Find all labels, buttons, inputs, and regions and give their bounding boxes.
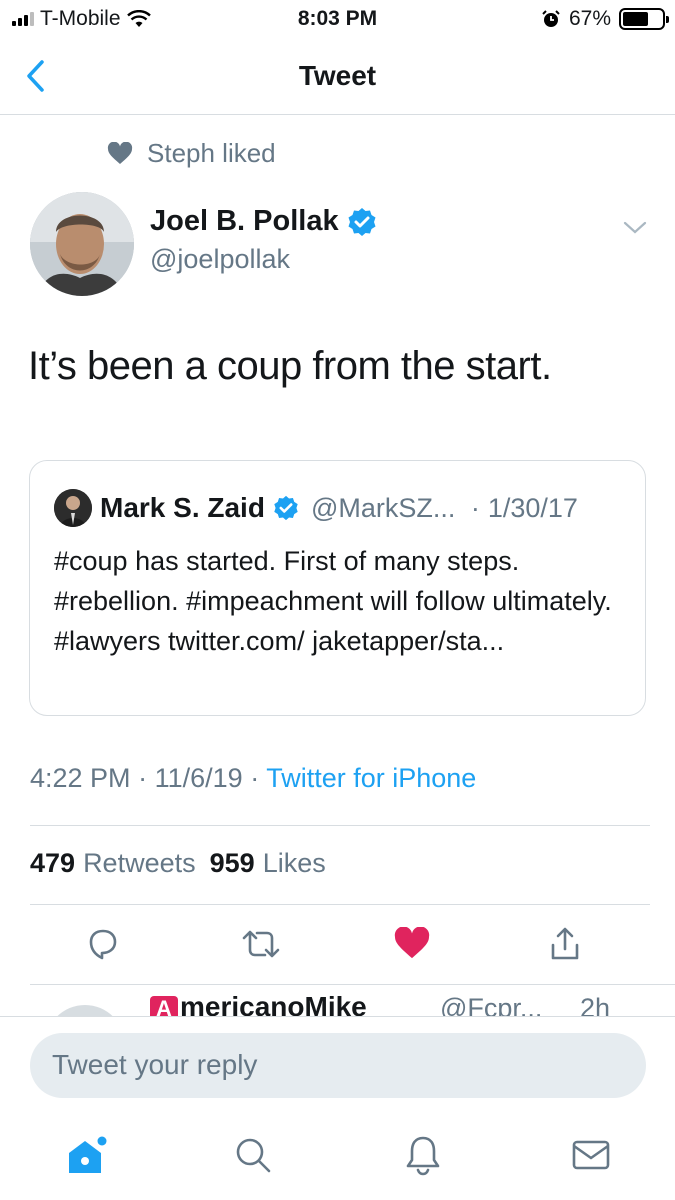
avatar[interactable] (30, 192, 134, 296)
like-button[interactable] (390, 922, 434, 966)
reply-icon (89, 929, 117, 960)
divider (30, 825, 650, 826)
likes-stat[interactable]: 959 Likes (210, 848, 326, 879)
chevron-down-icon[interactable] (622, 218, 648, 238)
meta-separator: · (138, 763, 148, 793)
reply-author-handle: @Fcpr... (440, 993, 543, 1017)
like-count: 959 (209, 848, 255, 878)
bell-icon (406, 1136, 440, 1176)
verified-icon (274, 495, 298, 521)
author-name-row: Joel B. Pollak (150, 205, 377, 238)
quoted-author-handle: @MarkSZ... (310, 492, 456, 523)
tweet-author[interactable]: Joel B. Pollak @joelpollak (150, 205, 377, 275)
social-context-text: Steph liked (147, 138, 276, 168)
reply-author-name: AmericanoMike (150, 991, 367, 1017)
tweet-text: It’s been a coup from the start. (28, 344, 552, 388)
alarm-icon (542, 10, 560, 27)
retweet-icon (242, 930, 280, 958)
tab-search[interactable] (228, 1130, 278, 1180)
quoted-author-name: Mark S. Zaid (100, 492, 265, 523)
tab-messages[interactable] (566, 1130, 616, 1180)
meta-separator: · (250, 763, 260, 793)
author-name: Joel B. Pollak (150, 205, 339, 237)
reply-tweet-preview[interactable]: AmericanoMike @Fcpr... 2h (0, 985, 675, 1017)
tweet-timestamp: 4:22 PM · 11/6/19 · Twitter for iPhone (30, 763, 476, 794)
status-bar: T-Mobile 8:03 PM 67% (0, 0, 675, 40)
tab-notifications[interactable] (398, 1130, 448, 1180)
avatar-image (30, 192, 134, 296)
battery-fill (623, 12, 649, 26)
social-context[interactable]: Steph liked (107, 138, 276, 169)
verified-icon (348, 207, 376, 236)
tweet-actions (0, 922, 675, 966)
quoted-tweet-header: Mark S. Zaid @MarkSZ... · 1/30/17 (54, 489, 578, 527)
retweet-button[interactable] (239, 922, 283, 966)
tweet-source-link[interactable]: Twitter for iPhone (266, 763, 476, 793)
quoted-avatar (54, 489, 92, 527)
quoted-tweet-text: #coup has started. First of many steps. … (54, 546, 612, 656)
heart-icon (107, 141, 133, 164)
battery-percent: 67% (568, 7, 611, 30)
reply-input[interactable]: Tweet your reply (30, 1033, 646, 1098)
mail-icon (572, 1140, 610, 1170)
tab-home[interactable] (62, 1130, 112, 1180)
page-title: Tweet (298, 60, 377, 91)
retweet-count: 479 (30, 848, 76, 878)
quoted-date: 1/30/17 (487, 492, 578, 523)
battery-icon (619, 8, 669, 30)
tweet-date: 11/6/19 (154, 763, 243, 793)
divider (30, 904, 650, 905)
retweet-label: Retweets (83, 848, 196, 878)
tweet-stats: 479 Retweets 959 Likes (30, 848, 326, 879)
reply-time: 2h (580, 993, 611, 1017)
author-handle: @joelpollak (150, 244, 290, 274)
like-label: Likes (262, 848, 326, 878)
search-icon (236, 1138, 271, 1173)
tweet-time: 4:22 PM (30, 763, 131, 793)
status-right: 67% (541, 7, 669, 31)
a-button-emoji-icon: A (150, 996, 178, 1017)
tab-bar (0, 1130, 675, 1186)
share-button[interactable] (543, 922, 587, 966)
home-icon (69, 1136, 107, 1173)
nav-bar: Tweet (0, 40, 675, 115)
quoted-date-separator: · (463, 492, 480, 523)
reply-author-name-text: mericanoMike (180, 991, 367, 1017)
quoted-avatar-image (54, 489, 92, 527)
share-icon (551, 927, 579, 960)
quoted-tweet[interactable]: Mark S. Zaid @MarkSZ... · 1/30/17 #coup h… (29, 460, 646, 716)
reply-button[interactable] (81, 922, 125, 966)
heart-filled-icon (394, 927, 430, 959)
retweets-stat[interactable]: 479 Retweets (30, 848, 196, 879)
